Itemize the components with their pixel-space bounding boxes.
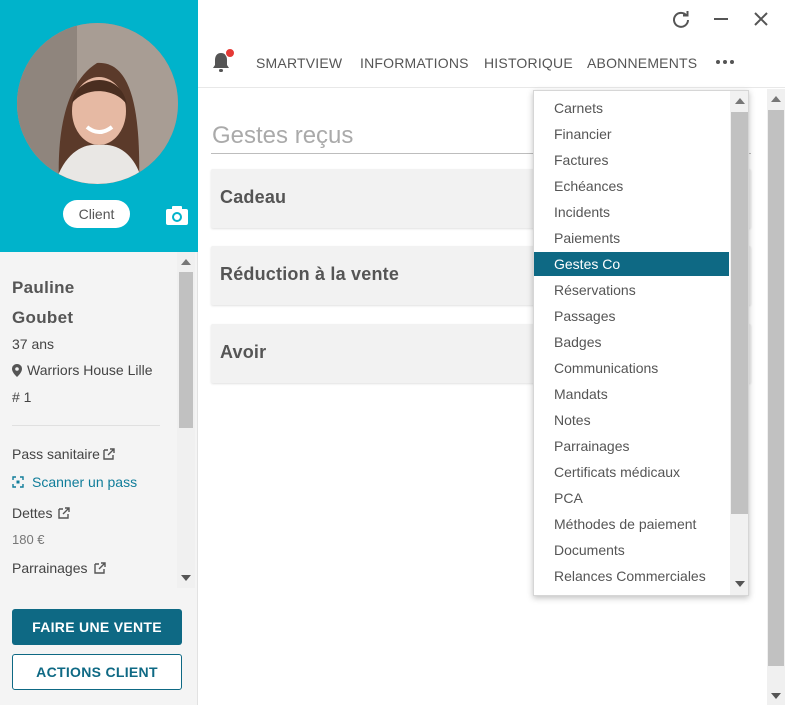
avatar bbox=[17, 23, 178, 184]
scrollbar-thumb[interactable] bbox=[768, 110, 784, 666]
more-menu-icon[interactable] bbox=[716, 60, 734, 64]
external-link-icon bbox=[103, 448, 115, 460]
scrollbar-thumb[interactable] bbox=[731, 112, 748, 514]
main-scrollbar[interactable] bbox=[767, 89, 785, 705]
client-info-panel: Pauline Goubet 37 ans Warriors House Lil… bbox=[0, 252, 178, 588]
pass-sanitaire-link[interactable]: Pass sanitaire bbox=[12, 446, 115, 462]
scroll-up-arrow-icon[interactable] bbox=[771, 96, 781, 102]
refresh-icon[interactable] bbox=[671, 9, 691, 29]
menu-item-factures[interactable]: Factures bbox=[534, 148, 729, 172]
scroll-up-arrow-icon[interactable] bbox=[735, 98, 745, 104]
menu-item-certificats-medicaux[interactable]: Certificats médicaux bbox=[534, 460, 729, 484]
client-last-name: Goubet bbox=[12, 308, 74, 327]
dropdown-scrollbar[interactable] bbox=[730, 91, 748, 595]
card-label: Cadeau bbox=[220, 187, 287, 207]
parrainages-link[interactable]: Parrainages bbox=[12, 560, 106, 576]
qr-scan-icon bbox=[12, 476, 24, 488]
parrainages-label: Parrainages bbox=[12, 560, 88, 576]
menu-item-communications[interactable]: Communications bbox=[534, 356, 729, 380]
tab-informations[interactable]: INFORMATIONS bbox=[360, 55, 469, 71]
scroll-down-arrow-icon[interactable] bbox=[771, 693, 781, 699]
scroll-up-arrow-icon[interactable] bbox=[181, 259, 191, 265]
client-first-name: Pauline bbox=[12, 278, 75, 297]
divider bbox=[12, 425, 160, 426]
menu-item-pca[interactable]: PCA bbox=[534, 486, 729, 510]
pass-sanitaire-label: Pass sanitaire bbox=[12, 446, 100, 462]
scrollbar-thumb[interactable] bbox=[179, 272, 193, 428]
menu-item-carnets[interactable]: Carnets bbox=[534, 96, 729, 120]
external-link-icon bbox=[58, 507, 71, 519]
tab-historique[interactable]: HISTORIQUE bbox=[484, 55, 573, 71]
menu-item-echeances[interactable]: Echéances bbox=[534, 174, 729, 198]
notification-dot bbox=[225, 48, 235, 58]
menu-item-mandats[interactable]: Mandats bbox=[534, 382, 729, 406]
menu-item-paiements[interactable]: Paiements bbox=[534, 226, 729, 250]
scan-pass-link[interactable]: Scanner un pass bbox=[12, 474, 137, 490]
dettes-value: 180 € bbox=[12, 532, 45, 547]
menu-item-methodes-paiement[interactable]: Méthodes de paiement bbox=[534, 512, 729, 536]
client-age: 37 ans bbox=[12, 336, 55, 352]
location-label: Warriors House Lille bbox=[27, 362, 153, 378]
card-label: Avoir bbox=[220, 342, 267, 362]
menu-item-documents[interactable]: Documents bbox=[534, 538, 729, 562]
external-link-icon bbox=[93, 562, 106, 574]
menu-item-incidents[interactable]: Incidents bbox=[534, 200, 729, 224]
menu-item-passages[interactable]: Passages bbox=[534, 304, 729, 328]
scan-pass-label: Scanner un pass bbox=[32, 474, 138, 490]
camera-icon[interactable] bbox=[165, 204, 189, 226]
top-nav: SMARTVIEW INFORMATIONS HISTORIQUE ABONNE… bbox=[198, 36, 785, 88]
profile-header: Client bbox=[0, 0, 198, 252]
menu-item-parrainages[interactable]: Parrainages bbox=[534, 434, 729, 458]
member-number: # 1 bbox=[12, 389, 32, 405]
scroll-down-arrow-icon[interactable] bbox=[735, 581, 745, 587]
scroll-down-arrow-icon[interactable] bbox=[181, 575, 191, 581]
tab-smartview[interactable]: SMARTVIEW bbox=[256, 55, 342, 71]
faire-une-vente-button[interactable]: FAIRE UNE VENTE bbox=[12, 609, 182, 645]
sidebar-scrollbar[interactable] bbox=[177, 252, 195, 588]
dettes-link[interactable]: Dettes bbox=[12, 505, 71, 521]
menu-item-badges[interactable]: Badges bbox=[534, 330, 729, 354]
menu-item-financier[interactable]: Financier bbox=[534, 122, 729, 146]
actions-client-button[interactable]: ACTIONS CLIENT bbox=[12, 654, 182, 690]
tab-abonnements[interactable]: ABONNEMENTS bbox=[587, 55, 697, 71]
menu-item-gestes-co[interactable]: Gestes Co bbox=[534, 252, 729, 276]
menu-item-relances-commerciales[interactable]: Relances Commerciales bbox=[534, 564, 729, 588]
client-location: Warriors House Lille bbox=[12, 362, 153, 378]
section-title: Gestes reçus bbox=[212, 122, 354, 149]
more-dropdown-menu: Carnets Financier Factures Echéances Inc… bbox=[533, 90, 749, 596]
card-label: Réduction à la vente bbox=[220, 264, 400, 284]
close-icon[interactable] bbox=[751, 9, 771, 29]
minimize-icon[interactable] bbox=[711, 9, 731, 29]
menu-item-reservations[interactable]: Réservations bbox=[534, 278, 729, 302]
menu-item-notes[interactable]: Notes bbox=[534, 408, 729, 432]
client-badge: Client bbox=[63, 200, 130, 228]
dettes-label: Dettes bbox=[12, 505, 53, 521]
client-sidebar: Client Pauline Goubet 37 ans Warriors Ho… bbox=[0, 0, 198, 705]
location-pin-icon bbox=[12, 363, 22, 377]
